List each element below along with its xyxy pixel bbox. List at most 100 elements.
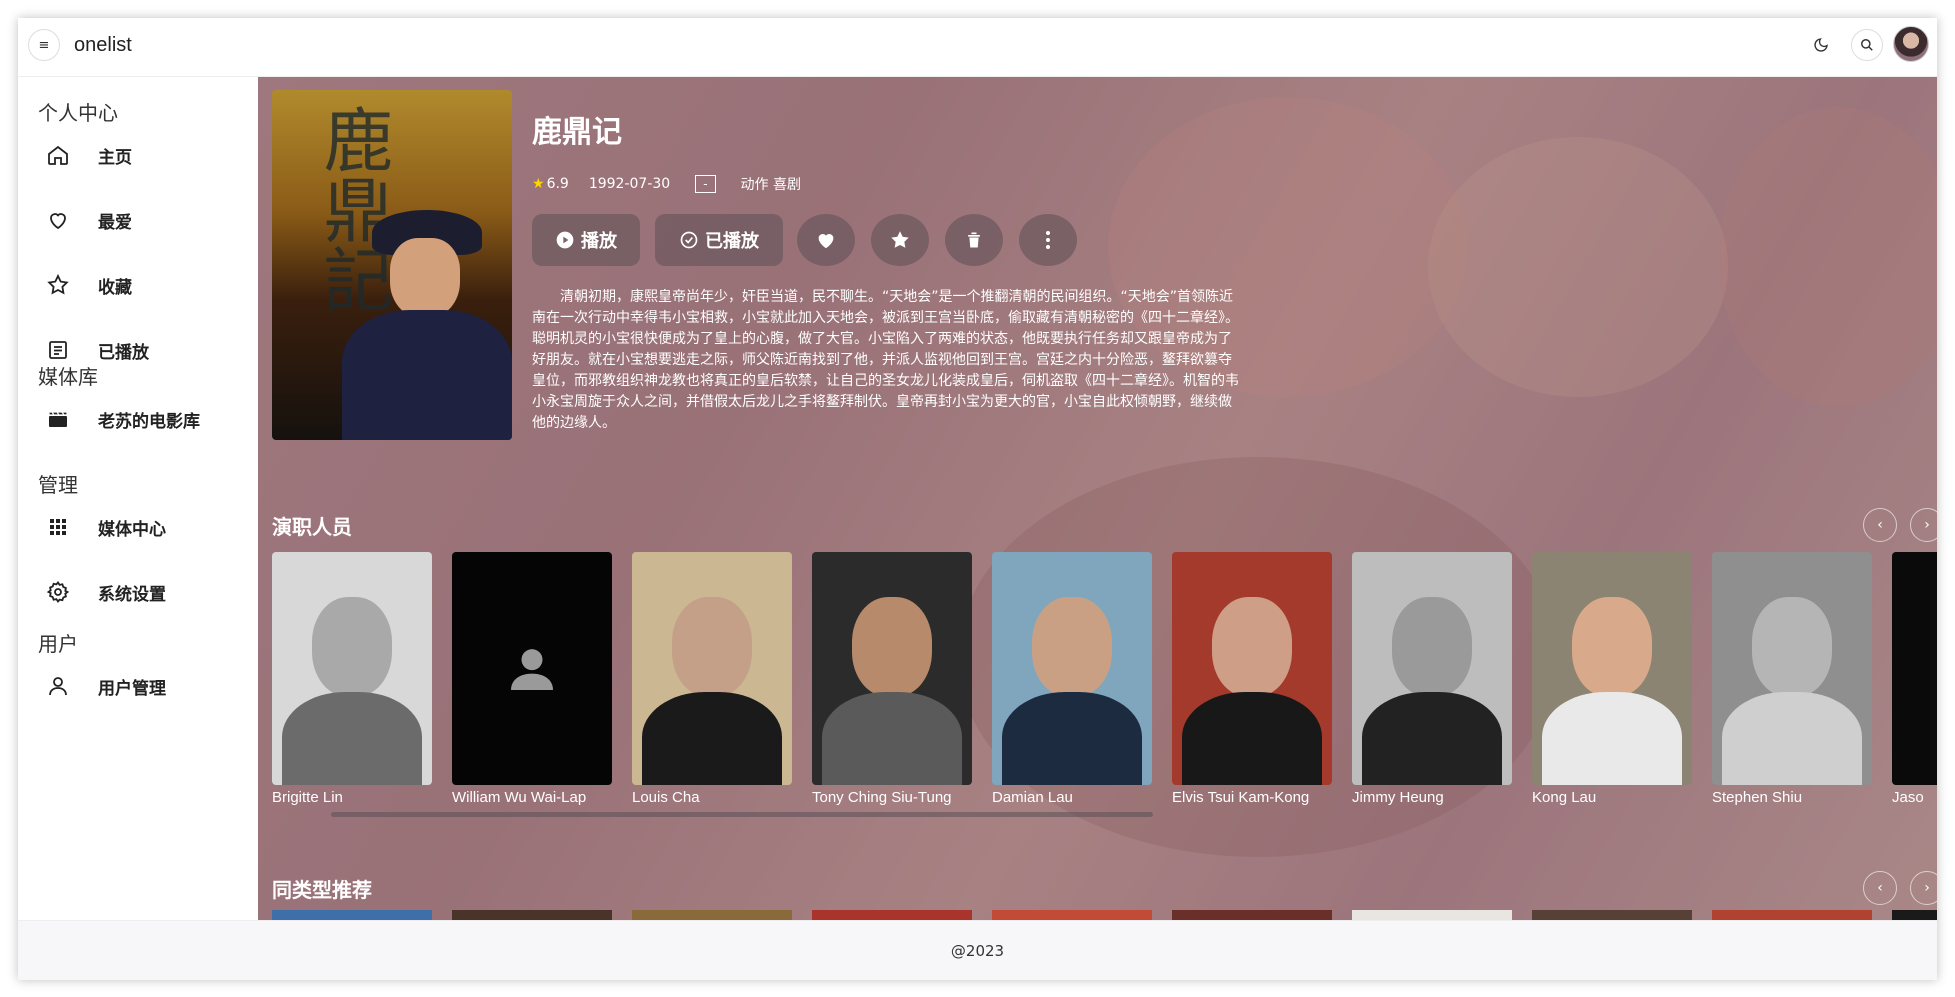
cast-card-photo[interactable]	[1892, 552, 1937, 785]
cast-body	[1722, 692, 1862, 785]
cast-card-photo[interactable]	[812, 552, 972, 785]
sidebar-item-home[interactable]: 主页	[38, 135, 238, 175]
chevron-right-icon: ›	[1924, 517, 1930, 533]
play-button-label: 播放	[581, 231, 617, 252]
movie-poster: 鹿鼎記	[272, 90, 512, 440]
poster-figure-head	[390, 238, 460, 318]
play-button[interactable]: 播放	[532, 214, 640, 266]
recommend-card[interactable]	[1892, 910, 1937, 920]
movie-title: 鹿鼎记	[532, 115, 622, 150]
cast-name[interactable]: Stephen Shiu	[1712, 789, 1882, 806]
movie-synopsis: 清朝初期，康熙皇帝尚年少，奸臣当道，民不聊生。“天地会”是一个推翻清朝的民间组织…	[532, 289, 1239, 431]
mark-played-button[interactable]: 已播放	[655, 214, 783, 266]
app-title: onelist	[74, 34, 132, 56]
cast-card-photo[interactable]	[1172, 552, 1332, 785]
recommend-prev-button[interactable]: ‹	[1863, 871, 1897, 905]
sidebar-section-personal: 个人中心	[38, 101, 118, 125]
poster-figure-body	[342, 310, 512, 440]
cast-face	[1032, 597, 1112, 697]
rating-star-icon: ★	[532, 176, 545, 192]
trash-icon	[968, 232, 980, 248]
movie-release-date: 1992-07-30	[588, 176, 671, 192]
hamburger-icon: ≡	[38, 37, 50, 53]
sidebar-item-label: 系统设置	[98, 584, 166, 605]
sidebar-item-settings[interactable]: 系统设置	[38, 572, 238, 612]
cast-body	[1542, 692, 1682, 785]
recommend-card[interactable]	[452, 910, 612, 920]
played-button-label: 已播放	[705, 231, 759, 252]
recommend-next-button[interactable]: ›	[1910, 871, 1937, 905]
star-icon	[44, 271, 72, 299]
recommend-card[interactable]	[1172, 910, 1332, 920]
sidebar-item-media-center[interactable]: 媒体中心	[38, 507, 238, 547]
sidebar-section-users: 用户	[38, 632, 78, 656]
cast-body	[822, 692, 962, 785]
content-rating-badge: -	[695, 175, 716, 193]
cast-name[interactable]: Jaso	[1892, 789, 1937, 806]
cast-name[interactable]: Tony Ching Siu-Tung	[812, 789, 982, 806]
user-icon	[44, 672, 72, 700]
menu-toggle-button[interactable]: ≡	[28, 29, 60, 61]
home-icon	[44, 141, 72, 169]
chevron-left-icon: ‹	[1877, 517, 1883, 533]
cast-card-photo[interactable]	[272, 552, 432, 785]
more-options-button[interactable]	[1019, 214, 1077, 266]
cast-card-photo[interactable]	[1712, 552, 1872, 785]
user-avatar[interactable]	[1893, 26, 1929, 62]
cast-name[interactable]: Kong Lau	[1532, 789, 1702, 806]
recommend-card[interactable]	[992, 910, 1152, 920]
favorite-button[interactable]	[797, 214, 855, 266]
sidebar-item-user-management[interactable]: 用户管理	[38, 666, 238, 706]
recommend-card[interactable]	[632, 910, 792, 920]
recommend-card[interactable]	[272, 910, 432, 920]
sidebar-item-label: 收藏	[98, 277, 132, 298]
search-icon	[1861, 39, 1873, 51]
cast-face	[852, 597, 932, 697]
sidebar-item-label: 用户管理	[98, 678, 166, 699]
sidebar-section-library: 媒体库	[38, 365, 98, 389]
sidebar-section-admin: 管理	[38, 473, 78, 497]
cast-face	[672, 597, 752, 697]
cast-prev-button[interactable]: ‹	[1863, 508, 1897, 542]
sidebar-item-label: 最爱	[98, 212, 132, 233]
cast-body	[1002, 692, 1142, 785]
sidebar-item-favorites[interactable]: 最爱	[38, 200, 238, 240]
cast-name[interactable]: Damian Lau	[992, 789, 1162, 806]
cast-name[interactable]: Elvis Tsui Kam-Kong	[1172, 789, 1342, 806]
cast-card-photo[interactable]	[452, 552, 612, 785]
cast-name[interactable]: Jimmy Heung	[1352, 789, 1522, 806]
cast-card-photo[interactable]	[1352, 552, 1512, 785]
cast-face	[1572, 597, 1652, 697]
movie-meta: ★ 6.9 1992-07-30 - 动作 喜剧	[532, 174, 801, 194]
recommend-card[interactable]	[1712, 910, 1872, 920]
more-vertical-icon	[1046, 231, 1050, 249]
footer: @2023	[18, 920, 1937, 980]
cast-body	[1362, 692, 1502, 785]
cast-body	[282, 692, 422, 785]
cast-section-title: 演职人员	[272, 515, 352, 539]
sidebar-item-collection[interactable]: 收藏	[38, 265, 238, 305]
heart-icon	[44, 206, 72, 234]
cast-next-button[interactable]: ›	[1910, 508, 1937, 542]
cast-name[interactable]: Louis Cha	[632, 789, 802, 806]
recommend-section-title: 同类型推荐	[272, 878, 372, 902]
theme-toggle-button[interactable]	[1805, 29, 1837, 61]
cast-face	[312, 597, 392, 697]
cast-body	[1182, 692, 1322, 785]
search-button[interactable]	[1851, 29, 1883, 61]
cast-name[interactable]: William Wu Wai-Lap	[452, 789, 622, 806]
collect-button[interactable]	[871, 214, 929, 266]
sidebar-item-movie-library[interactable]: 老苏的电影库	[38, 399, 238, 439]
cast-scrollbar[interactable]	[331, 812, 1153, 817]
delete-button[interactable]	[945, 214, 1003, 266]
recommend-card[interactable]	[1352, 910, 1512, 920]
cast-face	[1752, 597, 1832, 697]
cast-name[interactable]: Brigitte Lin	[272, 789, 442, 806]
moon-icon	[1814, 38, 1828, 52]
cast-card-photo[interactable]	[632, 552, 792, 785]
sidebar: 个人中心 主页 最爱 收藏 已播放 媒体库 老苏的电影库 管理 媒体中心 系统设…	[18, 77, 258, 920]
recommend-card[interactable]	[812, 910, 972, 920]
recommend-card[interactable]	[1532, 910, 1692, 920]
cast-card-photo[interactable]	[992, 552, 1152, 785]
cast-card-photo[interactable]	[1532, 552, 1692, 785]
